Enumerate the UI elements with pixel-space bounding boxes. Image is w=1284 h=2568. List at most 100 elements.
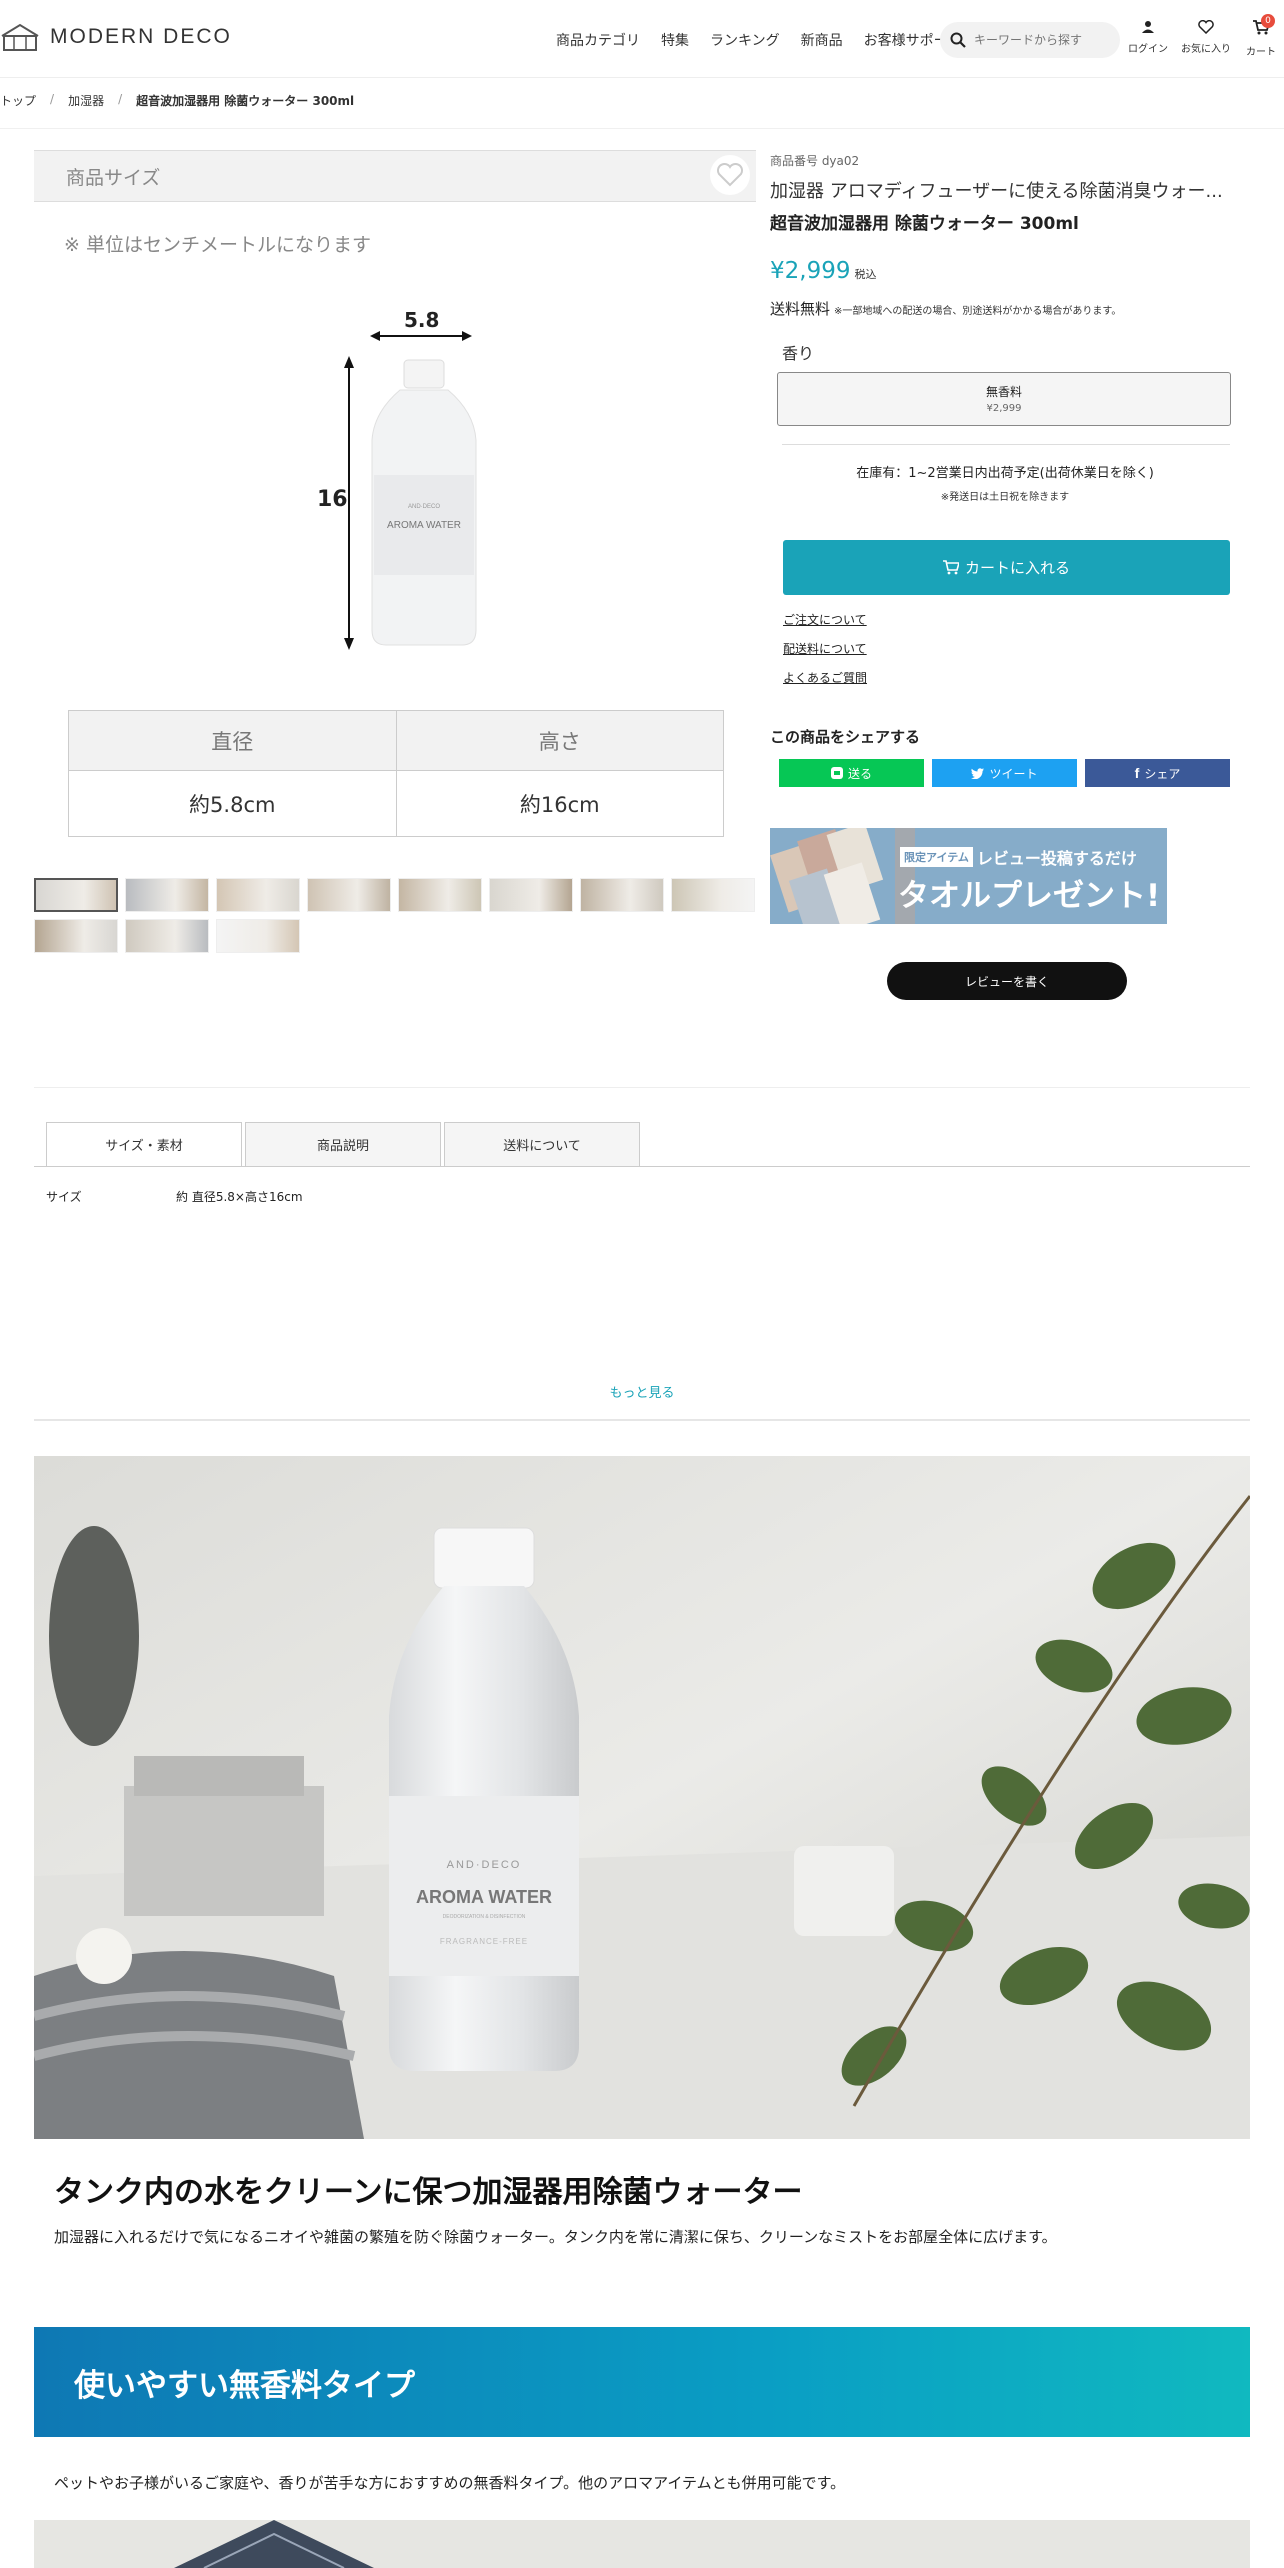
hero-label-text: AROMA WATER bbox=[416, 1887, 552, 1907]
size-table-value-diameter: 約5.8cm bbox=[68, 770, 397, 837]
product-thumbnail[interactable] bbox=[125, 919, 209, 953]
nav-item-new[interactable]: 新商品 bbox=[801, 30, 843, 50]
dimension-diagram: AND·DECO AROMA WATER bbox=[344, 331, 477, 650]
product-thumbnail[interactable] bbox=[216, 878, 300, 912]
share-buttons: 送る ツイート f シェア bbox=[779, 759, 1230, 787]
product-thumbnail[interactable] bbox=[489, 878, 573, 912]
bottom-product-photo bbox=[34, 2520, 1250, 2568]
scent-option-price: ¥2,999 bbox=[986, 403, 1022, 414]
breadcrumb: トップ / 加湿器 / 超音波加湿器用 除菌ウォーター 300ml bbox=[0, 92, 354, 109]
product-price-row: ¥2,999 税込 bbox=[770, 258, 876, 284]
share-twitter-button[interactable]: ツイート bbox=[932, 759, 1077, 787]
breadcrumb-separator: / bbox=[118, 92, 123, 106]
twitter-bird-icon bbox=[971, 767, 985, 779]
stock-status: 在庫有：1~2営業日内出荷予定(出荷休業日を除く) bbox=[856, 466, 1154, 481]
bottom-photo-scene bbox=[34, 2520, 1250, 2568]
info-links: ご注文について 配送料について よくあるご質問 bbox=[783, 611, 867, 698]
favorites-link[interactable]: お気に入り bbox=[1181, 20, 1231, 55]
product-thumbnail[interactable] bbox=[580, 878, 664, 912]
link-shipping-fee[interactable]: 配送料について bbox=[783, 640, 867, 657]
product-thumbnail[interactable] bbox=[34, 878, 118, 912]
cart-icon bbox=[942, 560, 959, 575]
size-table-header-height: 高さ bbox=[395, 710, 724, 771]
scent-label: 香り bbox=[782, 344, 815, 363]
favorites-label: お気に入り bbox=[1181, 44, 1231, 55]
product-thumbnail[interactable] bbox=[125, 878, 209, 912]
breadcrumb-humidifier[interactable]: 加湿器 bbox=[68, 92, 104, 109]
search-box[interactable] bbox=[940, 22, 1120, 58]
banner-heading: 使いやすい無香料タイプ bbox=[74, 2367, 415, 2404]
nav-item-features[interactable]: 特集 bbox=[661, 30, 689, 50]
promo-tag: 限定アイテム bbox=[900, 847, 973, 867]
promo-line1-row: 限定アイテム レビュー投稿するだけ bbox=[900, 845, 1137, 869]
show-more-link[interactable]: もっと見る bbox=[0, 1382, 1284, 1401]
site-logo[interactable]: MODERN DECO bbox=[0, 22, 232, 52]
breadcrumb-separator: / bbox=[50, 92, 55, 106]
cart-link[interactable]: 0 カート bbox=[1246, 14, 1276, 58]
hero-scene: AND·DECO AROMA WATER DEODORIZATION & DIS… bbox=[34, 1456, 1250, 2139]
share-title: この商品をシェアする bbox=[770, 728, 921, 746]
hero-brand-text: AND·DECO bbox=[447, 1859, 522, 1871]
heart-icon bbox=[1198, 20, 1214, 34]
main-nav: 商品カテゴリ 特集 ランキング 新商品 お客様サポート bbox=[556, 30, 962, 50]
product-thumbnail[interactable] bbox=[671, 878, 755, 912]
product-thumbnail[interactable] bbox=[216, 919, 300, 953]
nav-item-ranking[interactable]: ランキング bbox=[710, 30, 780, 50]
product-thumbnail[interactable] bbox=[34, 919, 118, 953]
detail-tabs: サイズ・素材 商品説明 送料について bbox=[46, 1122, 640, 1167]
size-table: 直径 高さ 約5.8cm 約16cm bbox=[68, 710, 724, 837]
user-icon bbox=[1142, 21, 1154, 33]
section-divider bbox=[34, 1087, 1250, 1088]
tab-underline bbox=[34, 1166, 1250, 1167]
review-promo-banner[interactable]: 限定アイテム レビュー投稿するだけ タオルプレゼント! bbox=[770, 828, 1167, 924]
scent-option-unscented[interactable]: 無香料 ¥2,999 bbox=[777, 372, 1231, 426]
share-facebook-button[interactable]: f シェア bbox=[1085, 759, 1230, 787]
product-main-image[interactable]: 商品サイズ ※ 単位はセンチメートルになります 5.8 16 AND·DECO … bbox=[34, 150, 756, 860]
line-icon bbox=[830, 767, 843, 779]
product-info-panel: 商品番号 dya02 加湿器 アロマディフューザーに使える除菌消臭ウォー... … bbox=[770, 152, 1240, 1000]
bottle-brand-text: AND·DECO bbox=[408, 504, 440, 510]
search-input[interactable] bbox=[974, 33, 1104, 47]
section-paragraph-clean-water: 加湿器に入れるだけで気になるニオイや雑菌の繁殖を防ぐ除菌ウォーター。タンク内を常… bbox=[54, 2228, 1057, 2246]
share-line-label: 送る bbox=[847, 766, 872, 781]
add-to-cart-label: カートに入れる bbox=[964, 559, 1070, 577]
divider bbox=[0, 128, 1284, 129]
breadcrumb-top[interactable]: トップ bbox=[0, 92, 36, 109]
section-divider bbox=[34, 1419, 1250, 1421]
share-facebook-label: シェア bbox=[1144, 766, 1181, 781]
product-thumbnail[interactable] bbox=[398, 878, 482, 912]
link-faq[interactable]: よくあるご質問 bbox=[783, 669, 867, 686]
section-banner-unscented: 使いやすい無香料タイプ bbox=[34, 2327, 1250, 2437]
tax-label: 税込 bbox=[854, 268, 877, 281]
divider bbox=[782, 444, 1230, 445]
stock-note: ※発送日は土日祝を除きます bbox=[940, 492, 1070, 503]
bottle-label-text: AROMA WATER bbox=[387, 520, 461, 531]
cart-label: カート bbox=[1246, 47, 1276, 58]
product-thumbnail[interactable] bbox=[307, 878, 391, 912]
cart-count-badge: 0 bbox=[1261, 14, 1275, 28]
tab-size-material[interactable]: サイズ・素材 bbox=[46, 1122, 242, 1167]
share-line-button[interactable]: 送る bbox=[779, 759, 924, 787]
link-order-info[interactable]: ご注文について bbox=[783, 611, 867, 628]
logo-text: MODERN DECO bbox=[50, 25, 232, 48]
hero-fragrance-text: FRAGRANCE-FREE bbox=[440, 1937, 528, 1946]
shipping-free-label: 送料無料 bbox=[770, 300, 831, 318]
search-icon[interactable] bbox=[950, 32, 966, 48]
spec-value: 約 直径5.8×高さ16cm bbox=[176, 1190, 303, 1204]
size-table-value-height: 約16cm bbox=[395, 770, 724, 837]
share-twitter-label: ツイート bbox=[989, 766, 1038, 781]
hero-product-photo: AND·DECO AROMA WATER DEODORIZATION & DIS… bbox=[34, 1456, 1250, 2139]
product-sku: 商品番号 dya02 bbox=[770, 154, 860, 168]
shipping-row: 送料無料 ※一部地域への配送の場合、別途送料がかかる場合があります。 bbox=[770, 298, 1121, 319]
promo-line2: タオルプレゼント! bbox=[898, 878, 1161, 914]
shipping-note: ※一部地域への配送の場合、別途送料がかかる場合があります。 bbox=[834, 306, 1122, 317]
nav-item-categories[interactable]: 商品カテゴリ bbox=[556, 30, 640, 50]
login-link[interactable]: ログイン bbox=[1128, 20, 1168, 55]
facebook-icon: f bbox=[1134, 765, 1140, 781]
section-paragraph-unscented: ペットやお子様がいるご家庭や、香りが苦手な方におすすめの無香料タイプ。他のアロマ… bbox=[54, 2474, 846, 2492]
tab-description[interactable]: 商品説明 bbox=[245, 1122, 441, 1167]
thumbnail-strip bbox=[34, 878, 764, 953]
write-review-button[interactable]: レビューを書く bbox=[887, 962, 1127, 1000]
tab-shipping[interactable]: 送料について bbox=[444, 1122, 640, 1167]
add-to-cart-button[interactable]: カートに入れる bbox=[783, 540, 1230, 595]
